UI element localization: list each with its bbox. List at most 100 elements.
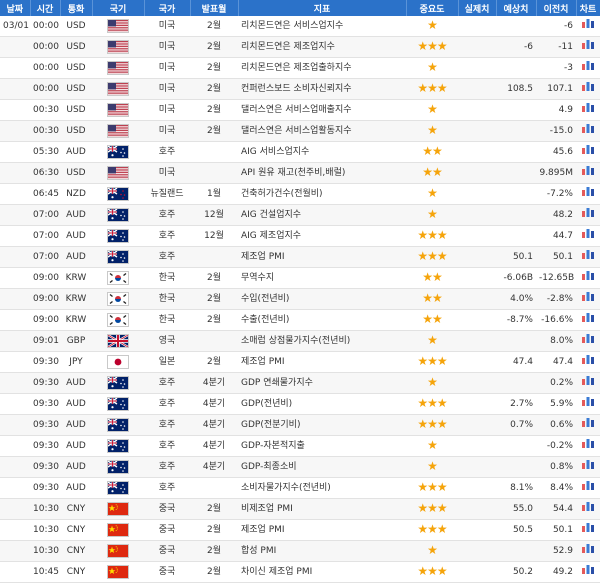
chart-cell[interactable] (576, 477, 600, 499)
chart-icon[interactable] (581, 479, 595, 498)
table-row[interactable]: 10:45 CNY 중국 2월 차이신 제조업 PMI ★★★ 50.2 49.2 (0, 561, 600, 583)
table-row[interactable]: 06:30 USD 미국 API 원유 재고(천주비,배럴) ★★ 9.895M (0, 162, 600, 184)
table-row[interactable]: 09:30 JPY 일본 2월 제조업 PMI ★★★ 47.4 47.4 (0, 351, 600, 373)
table-row[interactable]: 10:30 CNY 중국 2월 비제조업 PMI ★★★ 55.0 54.4 (0, 498, 600, 520)
chart-icon[interactable] (581, 248, 595, 267)
table-row[interactable]: 09:00 KRW 한국 2월 수입(전년비) ★★ 4.0% -2.8% (0, 288, 600, 310)
chart-icon[interactable] (581, 269, 595, 288)
header-time: 시간 (30, 0, 61, 16)
chart-icon[interactable] (581, 143, 595, 162)
actual-cell (458, 57, 496, 79)
table-row[interactable]: 09:30 AUD 호주 4분기 GDP 연쇄물가지수 ★ 0.2% (0, 372, 600, 394)
chart-icon[interactable] (581, 542, 595, 561)
chart-cell[interactable] (576, 36, 600, 58)
release-month-cell: 2월 (190, 36, 238, 58)
chart-icon[interactable] (581, 59, 595, 78)
chart-icon[interactable] (581, 437, 595, 456)
chart-icon[interactable] (581, 374, 595, 393)
previous-cell: -7.2% (536, 183, 576, 205)
table-row[interactable]: 09:01 GBP 영국 소매럽 상점물가지수(전년비) ★ 8.0% (0, 330, 600, 352)
chart-cell[interactable] (576, 78, 600, 100)
table-row[interactable]: 07:00 AUD 호주 12월 AIG 제조업지수 ★★★ 44.7 (0, 225, 600, 247)
table-row[interactable]: 10:30 CNY 중국 2월 제조업 PMI ★★★ 50.5 50.1 (0, 519, 600, 541)
date-cell (0, 57, 30, 79)
table-row[interactable]: 00:00 USD 미국 2월 리치몬드연은 제조업출하지수 ★ -3 (0, 57, 600, 79)
chart-cell[interactable] (576, 141, 600, 163)
chart-icon[interactable] (581, 353, 595, 372)
chart-cell[interactable] (576, 57, 600, 79)
chart-cell[interactable] (576, 330, 600, 352)
table-row[interactable]: 09:30 AUD 호주 4분기 GDP-최종소비 ★ 0.8% (0, 456, 600, 478)
chart-icon[interactable] (581, 122, 595, 141)
chart-cell[interactable] (576, 309, 600, 331)
chart-icon[interactable] (581, 80, 595, 99)
table-row[interactable]: 09:30 AUD 호주 4분기 GDP-자본적지출 ★ -0.2% (0, 435, 600, 457)
release-month-cell (190, 330, 238, 352)
table-row[interactable]: 09:30 AUD 호주 4분기 GDP(전년비) ★★★ 2.7% 5.9% (0, 393, 600, 415)
table-row[interactable]: 00:00 USD 미국 2월 리치몬드연은 제조업지수 ★★★ -6 -11 (0, 36, 600, 58)
chart-icon[interactable] (581, 416, 595, 435)
header-indicator: 지표 (238, 0, 407, 16)
currency-cell: USD (60, 120, 92, 142)
chart-icon[interactable] (581, 101, 595, 120)
table-row[interactable]: 00:00 USD 미국 2월 컨퍼런스보드 소비자신뢰지수 ★★★ 108.5 107.1 (0, 78, 600, 100)
chart-cell[interactable] (576, 351, 600, 373)
currency-cell: JPY (60, 351, 92, 373)
actual-cell (458, 561, 496, 583)
table-row[interactable]: 06:45 NZD 뉴질랜드 1월 건축허가건수(전월비) ★ -7.2% (0, 183, 600, 205)
chart-icon[interactable] (581, 185, 595, 204)
chart-icon[interactable] (581, 290, 595, 309)
chart-icon[interactable] (581, 17, 595, 36)
chart-cell[interactable] (576, 225, 600, 247)
date-cell (0, 162, 30, 184)
chart-icon[interactable] (581, 38, 595, 57)
chart-cell[interactable] (576, 561, 600, 583)
chart-cell[interactable] (576, 246, 600, 268)
chart-cell[interactable] (576, 183, 600, 205)
currency-cell: KRW (60, 267, 92, 289)
chart-cell[interactable] (576, 372, 600, 394)
currency-cell: USD (60, 16, 92, 37)
chart-cell[interactable] (576, 414, 600, 436)
currency-cell: USD (60, 78, 92, 100)
importance-stars-icon: ★ (427, 543, 438, 557)
table-row[interactable]: 07:00 AUD 호주 제조업 PMI ★★★ 50.1 50.1 (0, 246, 600, 268)
chart-cell[interactable] (576, 120, 600, 142)
chart-cell[interactable] (576, 162, 600, 184)
table-row[interactable]: 07:00 AUD 호주 12월 AIG 건설업지수 ★ 48.2 (0, 204, 600, 226)
chart-icon[interactable] (581, 164, 595, 183)
chart-cell[interactable] (576, 519, 600, 541)
time-cell: 09:30 (30, 435, 60, 457)
chart-icon[interactable] (581, 500, 595, 519)
chart-cell[interactable] (576, 16, 600, 37)
flag-cell (92, 16, 144, 37)
table-row[interactable]: 00:30 USD 미국 2월 댈러스연은 서비스업매출지수 ★ 4.9 (0, 99, 600, 121)
chart-icon[interactable] (581, 227, 595, 246)
chart-cell[interactable] (576, 435, 600, 457)
currency-cell: USD (60, 162, 92, 184)
importance-stars-icon: ★★ (422, 165, 442, 179)
chart-cell[interactable] (576, 393, 600, 415)
table-row[interactable]: 09:30 AUD 호주 4분기 GDP(전분기비) ★★★ 0.7% 0.6% (0, 414, 600, 436)
table-row[interactable]: 09:00 KRW 한국 2월 수출(전년비) ★★ -8.7% -16.6% (0, 309, 600, 331)
chart-icon[interactable] (581, 458, 595, 477)
chart-cell[interactable] (576, 288, 600, 310)
chart-cell[interactable] (576, 267, 600, 289)
table-row[interactable]: 09:30 AUD 호주 소비자물가지수(전년비) ★★★ 8.1% 8.4% (0, 477, 600, 499)
chart-cell[interactable] (576, 99, 600, 121)
chart-cell[interactable] (576, 204, 600, 226)
table-row[interactable]: 09:00 KRW 한국 2월 무역수지 ★★ -6.06B -12.65B (0, 267, 600, 289)
chart-icon[interactable] (581, 311, 595, 330)
table-row[interactable]: 00:30 USD 미국 2월 댈러스연은 서비스업활동지수 ★ -15.0 (0, 120, 600, 142)
table-row[interactable]: 03/01 00:00 USD 미국 2월 리치몬드연은 서비스업지수 ★ -6 (0, 16, 600, 37)
chart-icon[interactable] (581, 563, 595, 582)
chart-icon[interactable] (581, 395, 595, 414)
chart-icon[interactable] (581, 206, 595, 225)
chart-cell[interactable] (576, 498, 600, 520)
chart-icon[interactable] (581, 521, 595, 540)
table-row[interactable]: 05:30 AUD 호주 AIG 서비스업지수 ★★ 45.6 (0, 141, 600, 163)
chart-icon[interactable] (581, 332, 595, 351)
chart-cell[interactable] (576, 456, 600, 478)
header-actual: 실제치 (458, 0, 497, 16)
country-cell: 미국 (144, 99, 190, 121)
